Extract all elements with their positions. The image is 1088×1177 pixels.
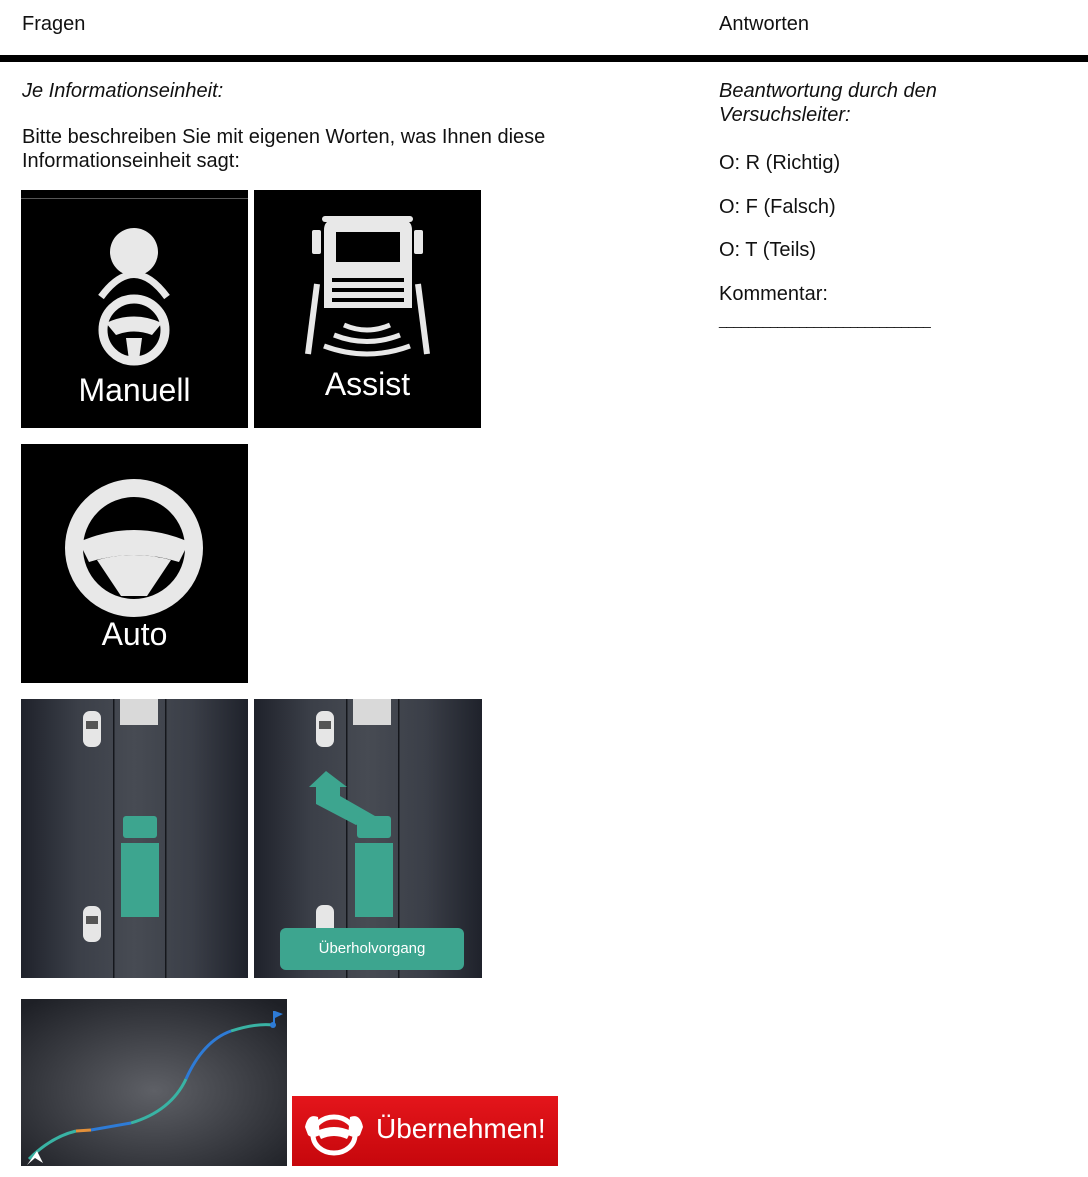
takeover-alert[interactable]: Übernehmen!: [292, 1096, 558, 1166]
mode-label-auto: Auto: [101, 616, 168, 652]
mode-icon-assist: Assist: [254, 190, 481, 428]
truck-icon: [121, 816, 159, 917]
answers-intro: Beantwortung durch den Versuchsleiter:: [719, 80, 937, 126]
header-divider: [0, 55, 1088, 62]
road-scene: [21, 699, 248, 978]
car-icon: [83, 906, 101, 942]
comment-line[interactable]: _____________________________: [719, 312, 931, 328]
question-prompt: Bitte beschreiben Sie mit eigenen Worten…: [22, 126, 546, 172]
answer-option-teils[interactable]: O: T (Teils): [719, 238, 816, 262]
question-intro: Je Informationseinheit:: [22, 80, 224, 102]
car-icon: [316, 711, 334, 747]
answers-header: Antworten: [719, 13, 810, 35]
truck-icon: [355, 816, 393, 917]
hands-on-wheel-icon: [305, 1114, 363, 1156]
mode-label-assist: Assist: [324, 366, 411, 402]
answer-option-falsch[interactable]: O: F (Falsch): [719, 195, 836, 219]
route-map-graphic: [21, 999, 287, 1166]
takeover-label: Übernehmen!: [376, 1113, 546, 1144]
mode-icon-auto: Auto: [21, 444, 248, 683]
answer-option-richtig[interactable]: O: R (Richtig): [719, 151, 840, 175]
route-map: [21, 999, 287, 1166]
road-view-overtaking: Überholvorgang: [254, 699, 482, 978]
road-view-following: [21, 699, 248, 978]
questions-header: Fragen: [22, 13, 86, 35]
mode-icon-manual: Manuell: [21, 190, 248, 428]
mode-label-manual: Manuell: [78, 372, 191, 408]
overtake-button[interactable]: Überholvorgang: [280, 928, 464, 970]
car-icon: [83, 711, 101, 747]
comment-label: Kommentar:: [719, 283, 828, 305]
